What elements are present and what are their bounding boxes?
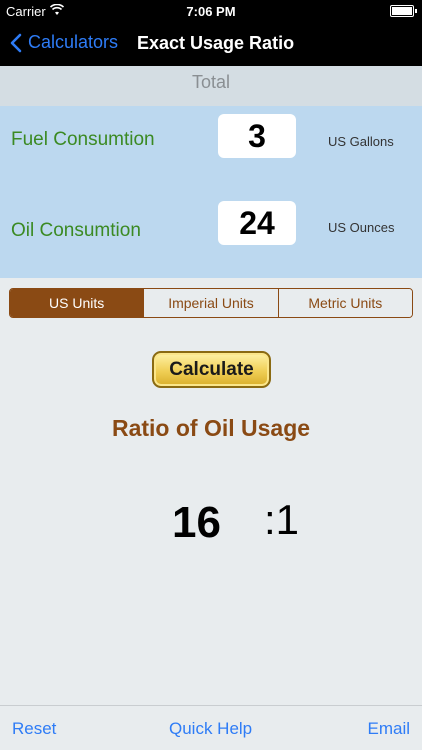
page-title: Exact Usage Ratio [137,33,295,53]
calculate-button[interactable]: Calculate [152,351,271,388]
navigation-bar: Calculators Exact Usage Ratio [0,22,422,66]
reset-button[interactable]: Reset [12,719,56,739]
result-title: Ratio of Oil Usage [111,415,311,441]
fuel-unit-label: US Gallons [328,134,394,149]
total-header: Total [0,66,422,106]
oil-consumption-field[interactable]: 24 [218,201,296,245]
chevron-left-icon [10,33,22,52]
email-button[interactable]: Email [367,719,410,739]
ratio-value: 16 [172,498,221,547]
back-button[interactable]: Calculators [10,32,118,53]
segment-imperial-units[interactable]: Imperial Units [144,289,279,317]
ratio-suffix: :1 [264,496,300,543]
oil-unit-label: US Ounces [328,220,395,235]
status-time: 7:06 PM [186,4,236,19]
consumption-inputs-panel: Fuel Consumtion 3 US Gallons Oil Consumt… [0,106,422,278]
segment-us-units[interactable]: US Units [10,289,145,317]
fuel-consumption-field[interactable]: 3 [218,114,296,158]
quick-help-button[interactable]: Quick Help [169,719,252,739]
oil-consumption-label: Oil Consumtion [11,220,141,241]
segment-metric-units[interactable]: Metric Units [278,289,412,317]
fuel-consumption-label: Fuel Consumtion [11,129,155,150]
units-segmented-control: US Units Imperial Units Metric Units [9,288,413,318]
bottom-toolbar: Reset Quick Help Email [0,705,422,750]
battery-icon [390,5,417,17]
status-bar: Carrier 7:06 PM [0,0,422,22]
back-button-label: Calculators [28,32,119,52]
